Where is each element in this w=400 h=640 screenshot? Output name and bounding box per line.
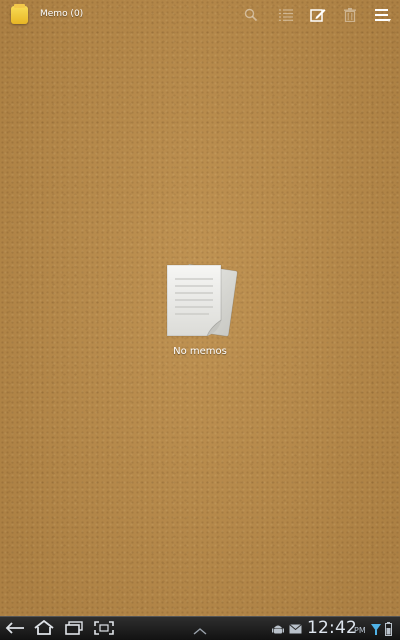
overflow-menu-button[interactable] — [373, 5, 393, 25]
signal-icon — [370, 621, 382, 637]
delete-button[interactable] — [340, 5, 360, 25]
clock-time: 12:42 — [307, 618, 357, 638]
new-memo-button[interactable] — [308, 5, 328, 25]
system-bar: 12:42 PM — [0, 616, 400, 640]
delete-icon — [344, 8, 356, 22]
back-icon — [4, 620, 26, 639]
app-tray-button[interactable] — [187, 620, 213, 638]
memo-screen: Memo (0) No memos 12:42 PM — [0, 0, 400, 640]
home-button[interactable] — [31, 619, 57, 639]
empty-state-label: No memos — [173, 346, 227, 357]
home-icon — [33, 619, 55, 639]
search-button[interactable] — [241, 5, 261, 25]
recent-apps-button[interactable] — [61, 620, 87, 638]
screenshot-icon — [94, 620, 114, 639]
search-icon — [244, 8, 258, 22]
back-button[interactable] — [2, 620, 28, 638]
clock-ampm: PM — [354, 626, 366, 635]
app-title: Memo (0) — [40, 9, 84, 19]
battery-icon — [383, 620, 393, 637]
action-bar: Memo (0) — [0, 0, 400, 30]
chevron-up-icon — [192, 620, 208, 639]
memo-app-icon[interactable] — [11, 4, 28, 24]
recent-apps-icon — [64, 620, 84, 639]
memo-pages-icon — [163, 262, 239, 342]
screenshot-button[interactable] — [91, 620, 117, 638]
android-debug-icon[interactable] — [271, 622, 285, 636]
overflow-menu-icon — [375, 8, 391, 22]
list-view-button[interactable] — [276, 5, 296, 25]
list-view-icon — [279, 9, 293, 21]
new-memo-icon — [310, 8, 326, 23]
email-notification-icon[interactable] — [288, 622, 302, 636]
